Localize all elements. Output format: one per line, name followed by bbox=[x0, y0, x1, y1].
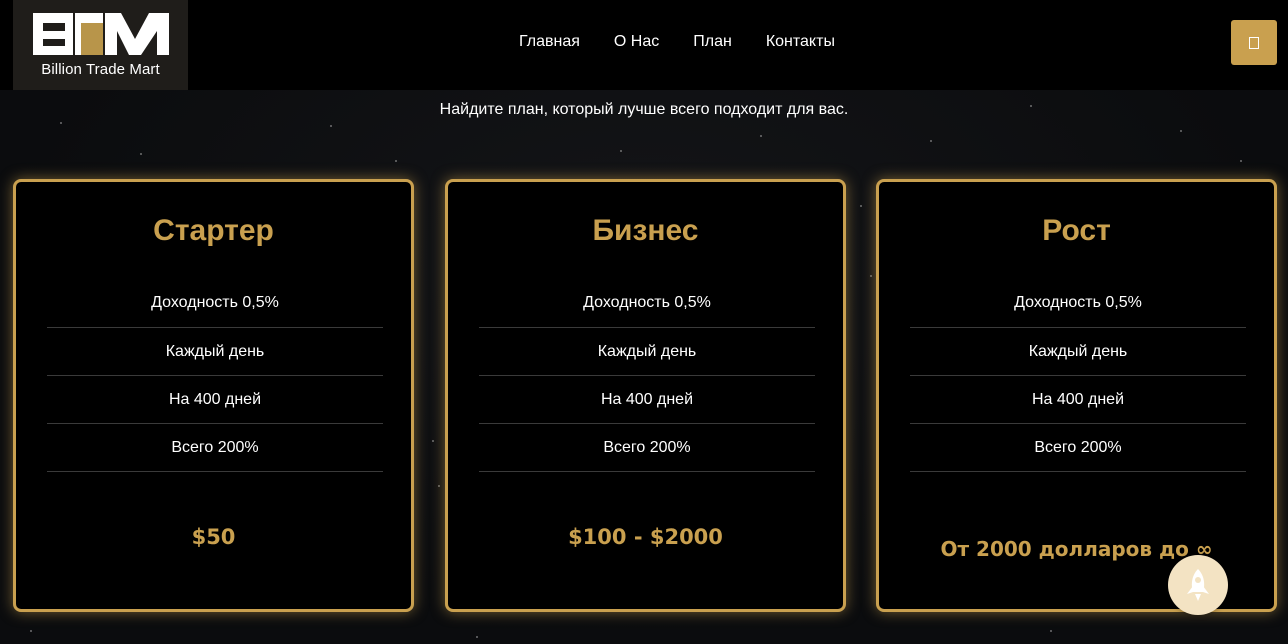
plan-feature: На 400 дней bbox=[47, 376, 383, 424]
plan-feature: На 400 дней bbox=[910, 376, 1246, 424]
plan-features: Доходность 0,5% Каждый день На 400 дней … bbox=[479, 278, 815, 472]
main-nav: Главная О Нас План Контакты bbox=[502, 0, 852, 84]
brand-logo[interactable]: Billion Trade Mart bbox=[13, 0, 188, 90]
nav-item-about[interactable]: О Нас bbox=[614, 33, 659, 51]
btm-logo-mark bbox=[32, 12, 169, 55]
site-header: Billion Trade Mart Главная О Нас План Ко… bbox=[0, 0, 1288, 90]
plan-price: $100 - $2000 bbox=[568, 525, 723, 549]
plan-feature: Доходность 0,5% bbox=[47, 278, 383, 328]
plan-title: Рост bbox=[1042, 214, 1111, 247]
plan-feature: Доходность 0,5% bbox=[910, 278, 1246, 328]
scroll-to-top-button[interactable] bbox=[1168, 555, 1228, 615]
plan-card-starter: Стартер Доходность 0,5% Каждый день На 4… bbox=[13, 179, 414, 612]
nav-item-home[interactable]: Главная bbox=[519, 33, 580, 51]
plan-feature: Всего 200% bbox=[479, 424, 815, 472]
plan-feature: Каждый день bbox=[910, 328, 1246, 376]
plan-feature: Всего 200% bbox=[910, 424, 1246, 472]
plan-feature: Каждый день bbox=[47, 328, 383, 376]
plan-feature: На 400 дней bbox=[479, 376, 815, 424]
brand-name: Billion Trade Mart bbox=[41, 60, 160, 78]
plan-features: Доходность 0,5% Каждый день На 400 дней … bbox=[910, 278, 1246, 472]
plan-price: От 2000 долларов до ∞ bbox=[940, 537, 1213, 561]
plan-title: Бизнес bbox=[592, 214, 699, 247]
nav-item-plan[interactable]: План bbox=[693, 33, 732, 51]
menu-icon bbox=[1249, 36, 1259, 49]
plan-title: Стартер bbox=[153, 214, 274, 247]
plan-features: Доходность 0,5% Каждый день На 400 дней … bbox=[47, 278, 383, 472]
plan-price: $50 bbox=[191, 525, 236, 549]
page: Billion Trade Mart Главная О Нас План Ко… bbox=[0, 0, 1288, 644]
nav-item-contacts[interactable]: Контакты bbox=[766, 33, 835, 51]
plan-feature: Доходность 0,5% bbox=[479, 278, 815, 328]
rocket-icon bbox=[1187, 569, 1209, 601]
plan-card-business: Бизнес Доходность 0,5% Каждый день На 40… bbox=[445, 179, 846, 612]
plans-subtitle: Найдите план, который лучше всего подход… bbox=[439, 101, 849, 118]
plan-card-growth: Рост Доходность 0,5% Каждый день На 400 … bbox=[876, 179, 1277, 612]
plan-feature: Всего 200% bbox=[47, 424, 383, 472]
menu-button[interactable] bbox=[1231, 20, 1277, 65]
plan-feature: Каждый день bbox=[479, 328, 815, 376]
